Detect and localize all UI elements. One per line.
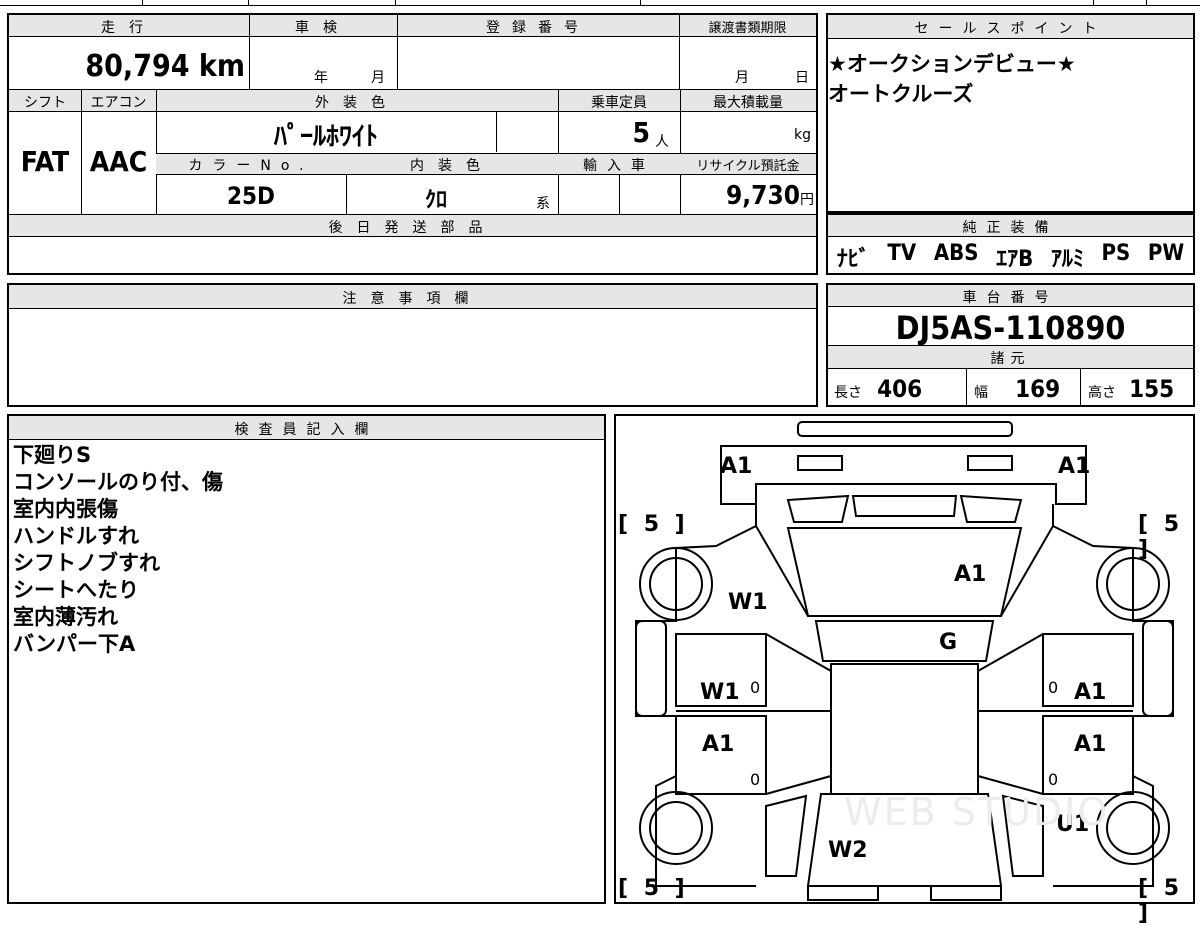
transfer-deadline-label: 譲渡書類期限: [708, 21, 787, 36]
equipment-item: PS: [1101, 241, 1131, 266]
shift-value: FAT: [20, 145, 70, 178]
damage-mark: W1: [700, 680, 740, 705]
inspector-note: 室内薄汚れ: [13, 605, 118, 629]
damage-mark: A1: [1058, 454, 1091, 479]
tire-tread-rating: [ 5 ]: [618, 512, 689, 537]
aircon-label: エアコン: [90, 95, 147, 111]
equipment-item: ABS: [933, 241, 979, 266]
notes-label: 注意事項欄: [342, 291, 483, 307]
specs-label: 諸元: [990, 351, 1031, 367]
shaken-year-unit: 年: [314, 70, 328, 86]
color-no-value: 25D: [227, 182, 275, 210]
sales-points-label: セールスポイント: [914, 21, 1107, 37]
inspector-note: シフトノブすれ: [13, 551, 160, 575]
damage-mark-zero: 0: [750, 678, 761, 697]
damage-mark: A1: [954, 562, 987, 587]
damage-mark: W2: [828, 838, 868, 863]
damage-mark: G: [939, 630, 958, 655]
equipment-item: PW: [1147, 241, 1185, 266]
chassis-number: DJ5AS-110890: [895, 309, 1126, 347]
capacity-unit: 人: [655, 134, 669, 150]
tire-tread-rating: [ 5 ]: [1138, 512, 1184, 562]
capacity-label: 乗車定員: [591, 95, 647, 111]
recycle-fee-value: 9,730円: [726, 181, 814, 211]
damage-mark: A1: [702, 732, 735, 757]
registration-label: 登録番号: [486, 20, 590, 36]
max-load-label: 最大積載量: [713, 95, 783, 111]
capacity-value: 5: [632, 116, 650, 149]
interior-color-suffix: 系: [536, 196, 550, 212]
equipment-item: ｱﾙﾐ: [1050, 247, 1084, 272]
shaken-month-unit: 月: [371, 70, 385, 86]
deadline-month-unit: 月: [735, 70, 749, 86]
aircon-value: AAC: [89, 145, 148, 178]
deadline-day-unit: 日: [795, 70, 809, 86]
inspector-note: 下廻りS: [13, 443, 92, 467]
equipment-list: ﾅﾋﾞ TV ABS ｴｱB ｱﾙﾐ PS PW: [828, 241, 1193, 273]
spec-width: 幅 169: [974, 375, 1061, 403]
sales-point-line: ★オークションデビュー★: [828, 52, 1076, 76]
sales-points-box: セールスポイント ★オークションデビュー★ オートクルーズ: [826, 13, 1195, 213]
inspector-note: 室内内張傷: [13, 497, 118, 521]
spec-height: 高さ 155: [1088, 375, 1175, 403]
damage-diagram-box: A1 A1 A1 W1 G W1 A1 A1 A1 U1 W2 0 0 0 0 …: [614, 414, 1195, 926]
tire-tread-rating: [ 5 ]: [1138, 876, 1184, 926]
chassis-label: 車台番号: [962, 290, 1059, 306]
equipment-item: ｴｱB: [996, 247, 1034, 272]
equipment-item: ﾅﾋﾞ: [836, 247, 870, 272]
import-label: 輸入車: [583, 158, 655, 174]
spec-table: 走行 車検 登録番号 譲渡書類期限 80,794 km 年 月 月 日 シフト …: [7, 13, 818, 275]
damage-mark: A1: [1074, 680, 1107, 705]
damage-mark: A1: [720, 454, 753, 479]
equipment-box: 純正装備 ﾅﾋﾞ TV ABS ｴｱB ｱﾙﾐ PS PW: [826, 213, 1195, 275]
exterior-color-value: ﾊﾟｰﾙﾎﾜｲﾄ: [273, 122, 378, 152]
shift-label: シフト: [24, 95, 66, 111]
color-no-label: カラーNo.: [188, 158, 314, 174]
sales-point-line: オートクルーズ: [828, 82, 974, 106]
inspector-notes: 下廻りS コンソールのり付、傷 室内内張傷 ハンドルすれ シフトノブすれ シート…: [13, 442, 223, 658]
inspector-note: シートへたり: [13, 578, 139, 602]
inspector-box: 検査員記入欄 下廻りS コンソールのり付、傷 室内内張傷 ハンドルすれ シフトノ…: [7, 414, 606, 904]
max-load-unit: kg: [794, 127, 811, 143]
exterior-color-label: 外装色: [315, 95, 399, 111]
damage-mark-zero: 0: [1048, 770, 1059, 789]
equipment-item: TV: [887, 241, 917, 266]
inspector-note: コンソールのり付、傷: [13, 470, 223, 494]
damage-mark: A1: [1074, 732, 1107, 757]
mileage-label: 走行: [101, 20, 157, 36]
recycle-fee-label: リサイクル預託金: [696, 159, 800, 174]
equipment-label: 純正装備: [962, 220, 1059, 236]
spec-length: 長さ 406: [834, 375, 923, 403]
inspector-note: バンパー下A: [13, 632, 136, 656]
notes-box: 注意事項欄: [7, 283, 818, 407]
inspector-label: 検査員記入欄: [234, 422, 379, 438]
mileage-value: 80,794 km: [85, 49, 245, 84]
interior-color-value: ｸﾛ: [424, 188, 447, 213]
inspector-note: ハンドルすれ: [13, 524, 139, 548]
interior-color-label: 内装色: [410, 158, 494, 174]
watermark: WEB STUDIO: [844, 790, 1110, 834]
damage-mark-zero: 0: [1048, 678, 1059, 697]
damage-mark-zero: 0: [750, 770, 761, 789]
tire-tread-rating: [ 5 ]: [618, 876, 689, 901]
shaken-label: 車検: [295, 20, 351, 36]
chassis-box: 車台番号 DJ5AS-110890 諸元 長さ 406 幅 169 高さ 155: [826, 283, 1195, 407]
damage-mark: W1: [728, 590, 768, 615]
top-strip: [0, 0, 1200, 6]
later-parts-label: 後日発送部品: [328, 220, 497, 236]
